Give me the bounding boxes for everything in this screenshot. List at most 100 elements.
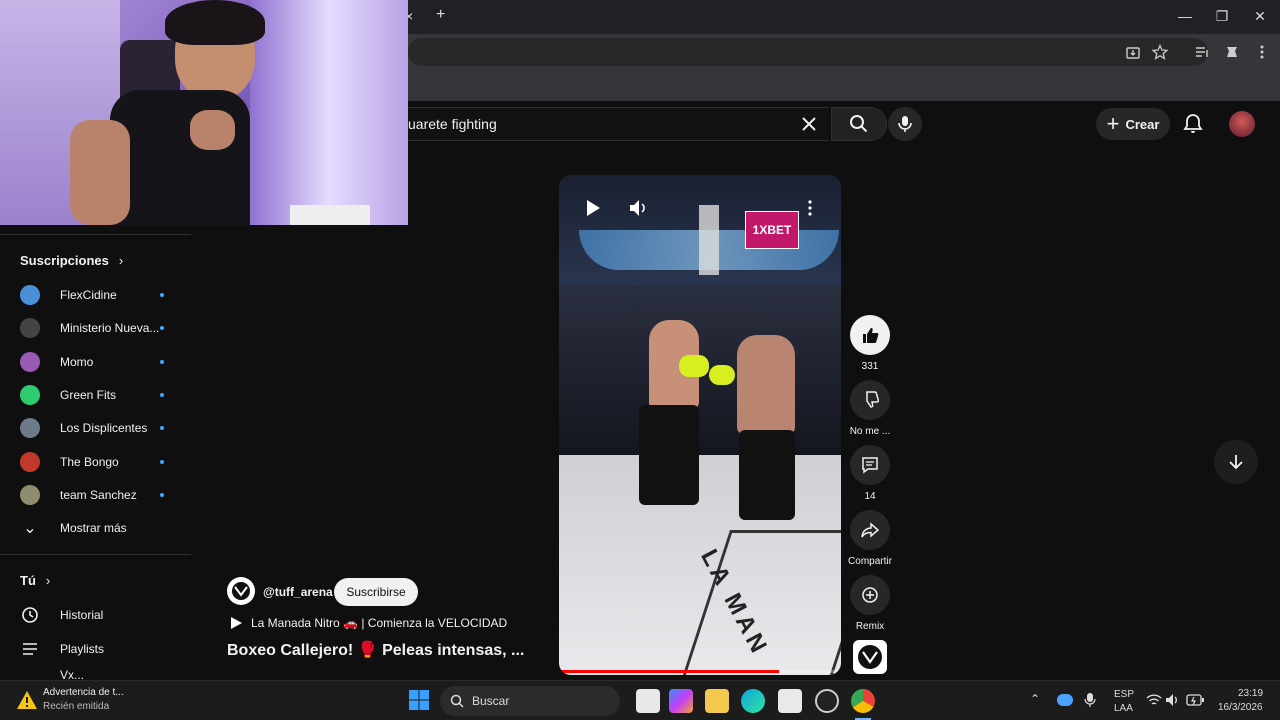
- next-short-button[interactable]: [1214, 440, 1258, 484]
- remix-action[interactable]: Remix: [850, 575, 890, 632]
- windows-start-icon[interactable]: [408, 689, 430, 711]
- comments-action[interactable]: 14: [850, 445, 890, 502]
- remix-icon: [862, 587, 878, 603]
- more-options-icon[interactable]: [805, 199, 815, 217]
- language-top[interactable]: ESP: [1114, 689, 1134, 700]
- new-content-dot: [160, 460, 164, 464]
- like-button[interactable]: [850, 315, 890, 355]
- new-tab-button[interactable]: +: [436, 6, 445, 24]
- channel-name: Green Fits: [60, 388, 117, 402]
- like-action[interactable]: 331: [850, 315, 890, 372]
- dislike-button[interactable]: [850, 380, 890, 420]
- subscriptions-header[interactable]: Suscripciones ›: [20, 253, 123, 268]
- dislike-action[interactable]: No me ...: [850, 380, 890, 437]
- short-title[interactable]: Boxeo Callejero! 🥊 Peleas intensas, ...: [227, 640, 524, 660]
- chevron-up-icon[interactable]: ⌃: [1030, 692, 1040, 706]
- playlists-label: Playlists: [60, 642, 105, 656]
- copilot-icon[interactable]: [669, 689, 693, 713]
- task-view-icon[interactable]: [636, 689, 660, 713]
- battery-icon[interactable]: [1186, 693, 1204, 707]
- create-button[interactable]: + Crear: [1096, 108, 1170, 140]
- search-button[interactable]: [831, 107, 887, 141]
- comment-count: 14: [864, 491, 876, 502]
- chrome-menu-icon[interactable]: [1254, 44, 1270, 60]
- share-icon: [861, 522, 879, 538]
- like-count: 331: [861, 361, 879, 372]
- sidebar-item-green-fits[interactable]: Green Fits: [20, 383, 180, 407]
- clock-date[interactable]: 16/3/2026: [1218, 702, 1263, 713]
- extension-icon[interactable]: [1224, 44, 1240, 60]
- taskbar-search[interactable]: Buscar: [440, 686, 620, 716]
- media-control-icon[interactable]: [1194, 44, 1210, 60]
- short-video-player[interactable]: 1XBET LA MAN: [559, 175, 841, 675]
- taskbar-search-label: Buscar: [472, 694, 510, 708]
- sidebar-item-momo[interactable]: Momo: [20, 350, 180, 374]
- sidebar-item-history[interactable]: Historial: [20, 603, 103, 627]
- channel-name: Los Displicentes: [60, 421, 148, 435]
- show-more-button[interactable]: ⌄ Mostrar más: [20, 516, 126, 540]
- notifications-bell-icon[interactable]: [1183, 113, 1203, 135]
- channel-avatar: [20, 452, 40, 472]
- clear-search-icon[interactable]: [800, 115, 818, 133]
- close-window-button[interactable]: ✕: [1250, 6, 1270, 26]
- chevron-right-icon: ›: [45, 573, 51, 588]
- channel-name: Ministerio Nueva...: [60, 321, 160, 335]
- search-query-text: uarete fighting: [408, 116, 497, 132]
- volume-icon[interactable]: [628, 199, 648, 217]
- share-button[interactable]: [850, 510, 890, 550]
- new-content-dot: [160, 293, 164, 297]
- app-icon[interactable]: [815, 689, 839, 713]
- channel-avatar: [20, 385, 40, 405]
- comments-button[interactable]: [850, 445, 890, 485]
- clock-icon: [20, 670, 40, 680]
- sidebar-item-team-sanchez[interactable]: team Sanchez: [20, 483, 180, 507]
- windows-taskbar: Advertencia de t... Recién emitida Busca…: [0, 680, 1280, 720]
- streamer-shirt: [110, 90, 250, 225]
- edge-icon[interactable]: [741, 689, 765, 713]
- comment-icon: [862, 457, 878, 474]
- new-content-dot: [160, 493, 164, 497]
- share-action[interactable]: Compartir: [848, 510, 892, 567]
- sound-thumbnail[interactable]: [853, 640, 887, 674]
- sidebar-item-the-bongo[interactable]: The Bongo: [20, 450, 180, 474]
- sidebar-item-flexcidine[interactable]: FlexCidine: [20, 283, 180, 307]
- you-header[interactable]: Tú ›: [20, 573, 50, 588]
- file-explorer-icon[interactable]: [705, 689, 729, 713]
- install-app-icon[interactable]: [1125, 45, 1141, 61]
- sidebar-item-truncated[interactable]: Vx...: [20, 670, 84, 680]
- new-content-dot: [160, 393, 164, 397]
- account-avatar[interactable]: [1229, 111, 1255, 137]
- sidebar-item-los-displicentes[interactable]: Los Displicentes: [20, 416, 180, 440]
- wifi-icon[interactable]: [1146, 693, 1162, 707]
- voice-search-button[interactable]: [888, 107, 922, 141]
- music-line[interactable]: La Manada Nitro 🚗 | Comienza la VELOCIDA…: [229, 616, 507, 630]
- sidebar-item-playlists[interactable]: Playlists: [20, 637, 104, 661]
- channel-avatar[interactable]: [227, 577, 255, 605]
- bookmark-star-icon[interactable]: [1152, 44, 1168, 60]
- play-icon[interactable]: [584, 199, 602, 217]
- restore-button[interactable]: ❐: [1212, 6, 1232, 26]
- address-bar[interactable]: [408, 38, 1208, 66]
- channel-name: Momo: [60, 355, 94, 369]
- history-label: Historial: [60, 608, 104, 622]
- mic-tray-icon[interactable]: [1084, 692, 1096, 708]
- speaker-icon[interactable]: [1165, 693, 1181, 707]
- minimize-button[interactable]: —: [1175, 6, 1195, 26]
- subscriptions-title: Suscripciones: [20, 253, 109, 268]
- clock-time[interactable]: 23:19: [1238, 688, 1263, 699]
- remix-button[interactable]: [850, 575, 890, 615]
- cloud-icon[interactable]: [1057, 694, 1073, 706]
- notification-title[interactable]: Advertencia de t...: [43, 687, 124, 698]
- store-icon[interactable]: [778, 689, 802, 713]
- thumbs-up-icon: [863, 328, 879, 343]
- share-label: Compartir: [848, 556, 892, 567]
- play-icon: [231, 617, 242, 629]
- sidebar-item-ministerio[interactable]: Ministerio Nueva...: [20, 316, 180, 340]
- subscribe-button[interactable]: Suscribirse: [334, 578, 418, 606]
- channel-handle[interactable]: @tuff_arena: [263, 585, 333, 599]
- fighter-right: [737, 335, 795, 435]
- chrome-icon[interactable]: [851, 689, 875, 713]
- progress-track[interactable]: [559, 670, 841, 673]
- language-bottom[interactable]: LAA: [1114, 703, 1133, 714]
- sidebar: Suscripciones › FlexCidine Ministerio Nu…: [0, 225, 191, 680]
